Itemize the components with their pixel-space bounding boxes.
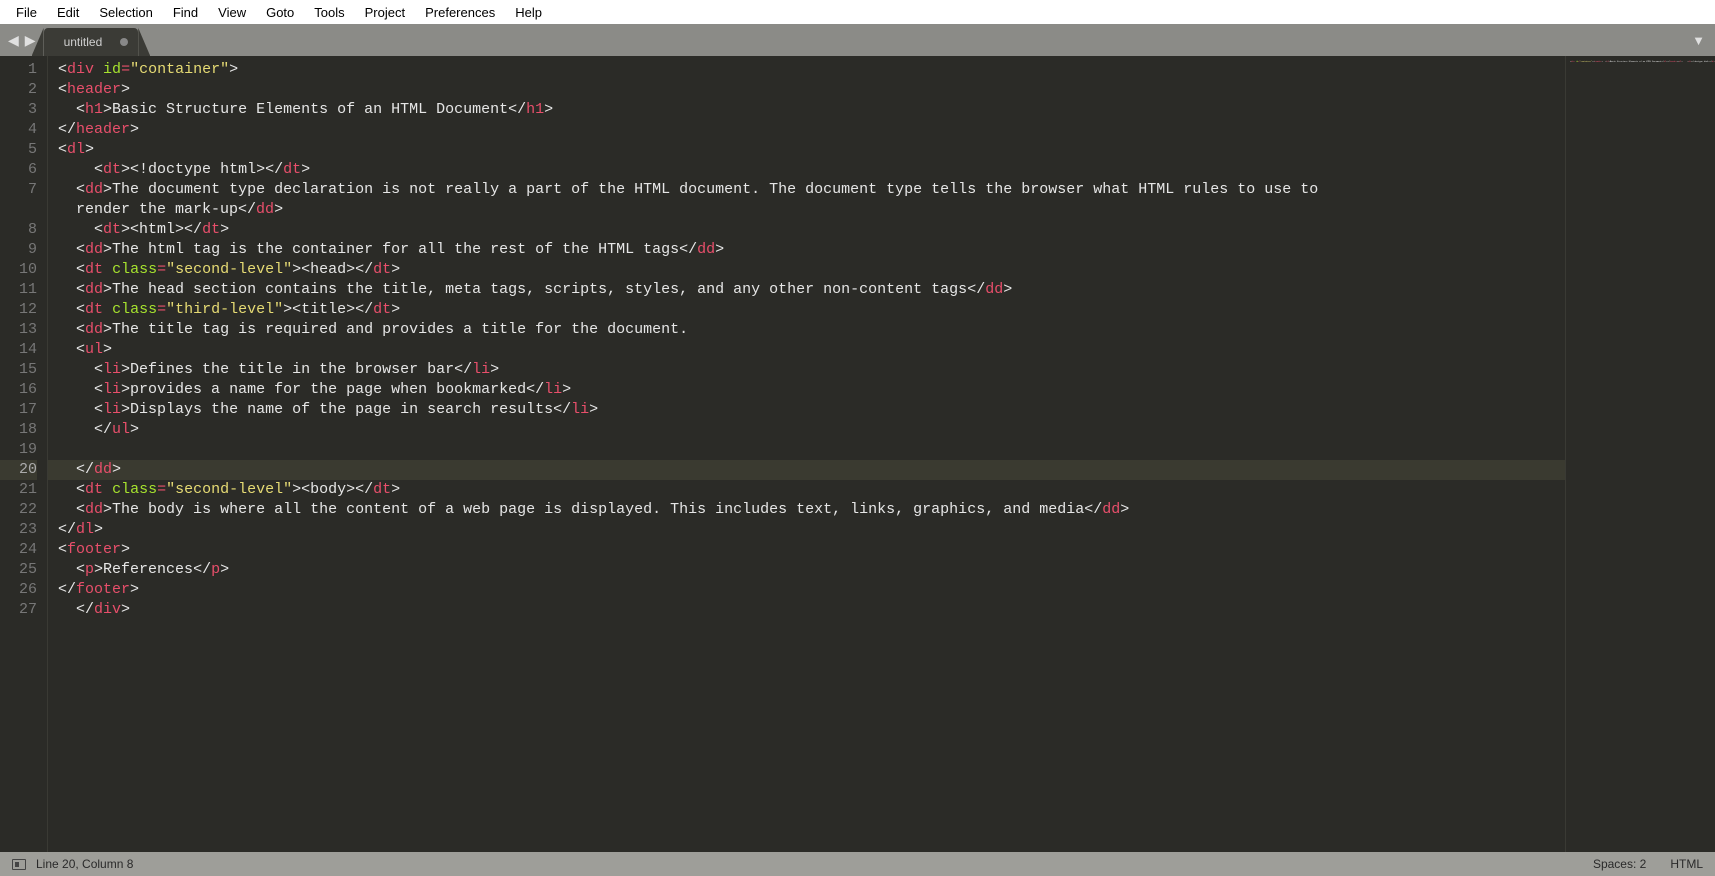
tab-next-icon[interactable]: ▶ (25, 32, 36, 49)
menu-find[interactable]: Find (163, 3, 208, 22)
menu-preferences[interactable]: Preferences (415, 3, 505, 22)
menu-edit[interactable]: Edit (47, 3, 89, 22)
status-cursor[interactable]: Line 20, Column 8 (36, 857, 133, 871)
line-gutter[interactable]: 1234567 89101112131415161718192021222324… (0, 56, 48, 852)
tab-title: untitled (64, 35, 103, 49)
tab-menu-icon[interactable]: ▼ (1692, 33, 1705, 48)
menu-goto[interactable]: Goto (256, 3, 304, 22)
menu-tools[interactable]: Tools (304, 3, 354, 22)
menu-view[interactable]: View (208, 3, 256, 22)
panel-icon[interactable] (12, 859, 26, 870)
menu-project[interactable]: Project (355, 3, 415, 22)
editor: 1234567 89101112131415161718192021222324… (0, 56, 1715, 852)
status-bar: Line 20, Column 8 Spaces: 2 HTML (0, 852, 1715, 876)
menubar: FileEditSelectionFindViewGotoToolsProjec… (0, 0, 1715, 24)
minimap[interactable]: <div id="container"><header> <h1>Basic S… (1565, 56, 1715, 852)
status-syntax[interactable]: HTML (1670, 857, 1703, 871)
code-area[interactable]: <div id="container"><header> <h1>Basic S… (48, 56, 1565, 852)
tab-prev-icon[interactable]: ◀ (8, 32, 19, 49)
status-indent[interactable]: Spaces: 2 (1593, 857, 1646, 871)
tab-bar: ◀ ▶ untitled ▼ (0, 24, 1715, 56)
menu-file[interactable]: File (6, 3, 47, 22)
tab-dirty-icon (120, 38, 128, 46)
menu-help[interactable]: Help (505, 3, 552, 22)
menu-selection[interactable]: Selection (89, 3, 162, 22)
editor-tab[interactable]: untitled (44, 28, 139, 56)
